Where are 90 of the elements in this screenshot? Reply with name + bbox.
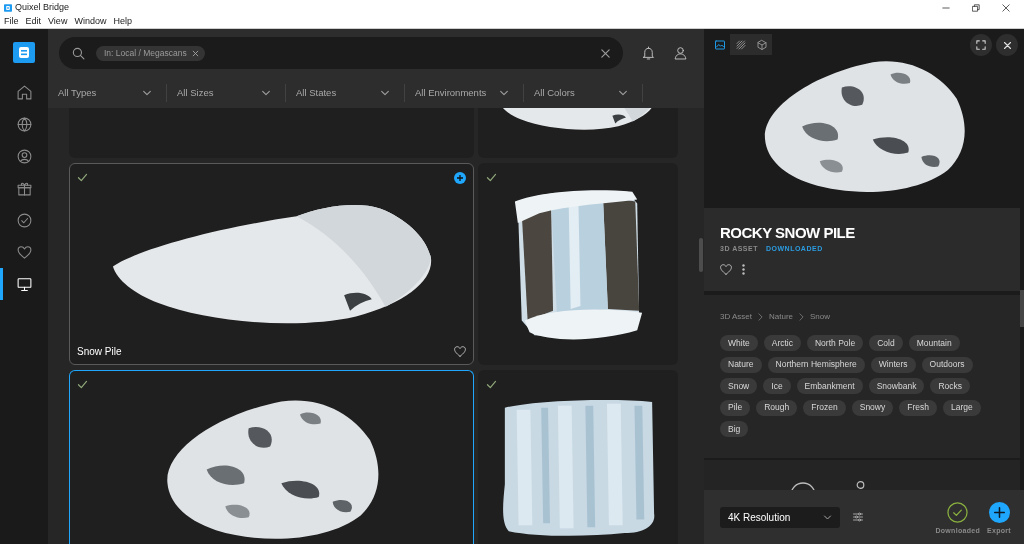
menu-item[interactable]: File — [1, 17, 22, 26]
tag-chip[interactable]: Snowbank — [868, 378, 925, 394]
notifications-button[interactable] — [641, 45, 656, 61]
monitor-icon — [15, 275, 33, 293]
image-icon — [713, 38, 726, 51]
close-icon — [191, 49, 199, 57]
asset-title: ROCKY SNOW PILE — [720, 224, 855, 242]
filter-chip[interactable]: In: Local / Megascans — [96, 45, 205, 61]
favorite-button[interactable] — [454, 346, 466, 357]
menu-item[interactable]: Edit — [22, 17, 45, 26]
tag-chip[interactable]: Snowy — [851, 399, 894, 416]
globe-icon — [15, 115, 33, 133]
asset-card[interactable] — [478, 108, 678, 158]
view-tab[interactable] — [730, 34, 751, 55]
asset-card[interactable]: Snow Pile — [69, 163, 474, 365]
ring-icon — [856, 481, 865, 489]
close-icon — [1002, 40, 1012, 50]
app-icon — [4, 3, 12, 12]
chevron-right-icon — [799, 313, 805, 321]
close-icon — [600, 47, 611, 59]
tag-chip[interactable]: Winters — [870, 356, 916, 373]
sliders-icon — [852, 511, 864, 523]
fullscreen-button[interactable] — [970, 34, 992, 56]
tag-chip[interactable]: White — [720, 335, 758, 351]
scrollbar-thumb[interactable] — [699, 238, 703, 272]
window-title: Quixel Bridge — [15, 3, 70, 12]
tag-chip[interactable]: Embankment — [796, 378, 863, 394]
tag-chip[interactable]: Cold — [869, 335, 903, 351]
filter-dropdown[interactable]: All Sizes — [167, 77, 285, 108]
breadcrumb-link[interactable]: 3D Asset — [720, 312, 752, 322]
tag-chip[interactable]: Ice — [763, 378, 791, 394]
tag-chip[interactable]: Big — [720, 421, 749, 437]
close-button[interactable] — [996, 34, 1018, 56]
filter-dropdown[interactable]: All Environments — [405, 77, 523, 108]
hatch-icon — [734, 38, 747, 51]
tag-chip[interactable]: Rocks — [930, 378, 971, 394]
user-icon — [15, 147, 33, 165]
menu-item[interactable]: Window — [71, 17, 110, 26]
more-button[interactable] — [742, 264, 745, 275]
tag-chip[interactable]: North Pole — [807, 335, 864, 351]
tag-chip[interactable]: Nature — [720, 356, 762, 373]
tag-chip[interactable]: Snow — [720, 378, 758, 394]
plus-icon — [988, 502, 1010, 523]
check-circle-icon — [947, 502, 969, 523]
search-field[interactable]: In: Local / Megascans — [59, 37, 623, 69]
close-icon — [1002, 3, 1010, 12]
breadcrumb-link[interactable]: Nature — [769, 312, 794, 322]
more-icon — [742, 264, 745, 275]
tag-chip[interactable]: Outdoors — [921, 356, 973, 373]
restore-icon — [972, 3, 980, 12]
fullscreen-icon — [976, 40, 986, 50]
menu-item[interactable]: View — [45, 17, 71, 26]
heart-icon — [454, 346, 466, 357]
search-icon — [72, 46, 85, 60]
bell-icon — [641, 45, 656, 61]
logo-icon — [13, 42, 35, 63]
home-icon — [15, 83, 33, 101]
plus-icon — [454, 172, 466, 184]
menu-item[interactable]: Help — [110, 17, 135, 26]
tag-chip[interactable]: Frozen — [803, 399, 846, 416]
account-button[interactable] — [673, 45, 688, 61]
breadcrumb-link[interactable]: Snow — [810, 312, 831, 322]
filter-dropdown[interactable]: All Colors — [524, 77, 642, 108]
tag-chip[interactable]: Rough — [756, 399, 798, 416]
tag-chip[interactable]: Arctic — [763, 335, 801, 351]
asset-name: Snow Pile — [77, 347, 122, 357]
clear-button[interactable] — [600, 47, 611, 59]
filter-dropdown[interactable]: All States — [286, 77, 404, 108]
user-icon — [673, 45, 688, 61]
asset-card[interactable] — [478, 370, 678, 544]
tag-chip[interactable]: Pile — [720, 399, 751, 416]
cube-icon — [755, 38, 768, 51]
ring-icon — [790, 482, 816, 490]
resolution-dropdown[interactable]: 4K Resolution — [720, 507, 840, 528]
add-button[interactable] — [454, 172, 466, 184]
tag-chip[interactable]: Mountain — [908, 335, 960, 351]
tag-chip[interactable]: Large — [942, 399, 981, 416]
settings-button[interactable] — [852, 511, 864, 523]
favorite-button[interactable] — [720, 264, 732, 275]
filter-dropdown[interactable]: All Types — [48, 77, 166, 108]
asset-card[interactable] — [478, 163, 678, 365]
view-tab[interactable] — [751, 34, 772, 55]
chevron-right-icon — [758, 313, 763, 321]
tag-chip[interactable]: Northern Hemisphere — [767, 356, 865, 373]
asset-card[interactable] — [69, 370, 474, 544]
tag-chip[interactable]: Fresh — [899, 399, 937, 416]
chevron-down-icon — [823, 513, 832, 522]
heart-icon — [15, 243, 33, 261]
heart-icon — [720, 264, 732, 275]
check-circle-icon — [15, 211, 33, 229]
